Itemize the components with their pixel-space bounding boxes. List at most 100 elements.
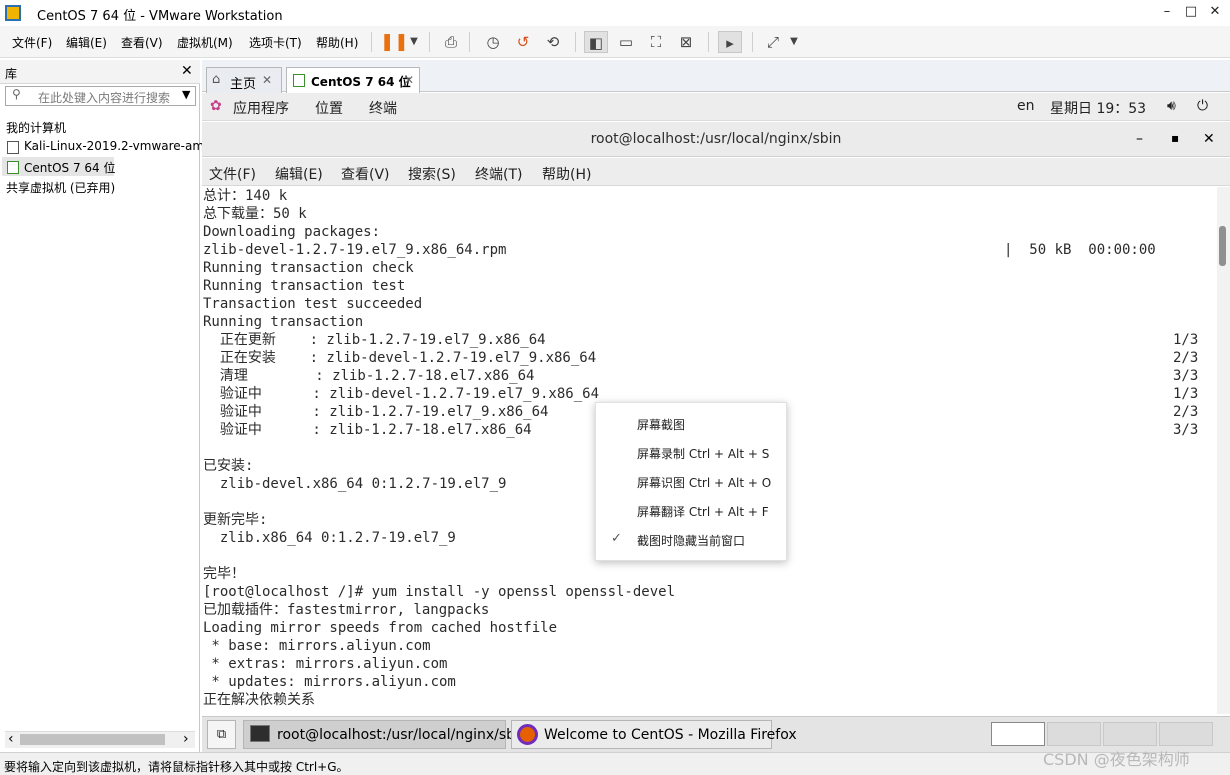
watermark: CSDN @夜色架构师 bbox=[1043, 750, 1190, 769]
revert-snapshot-icon[interactable]: ↺ bbox=[511, 31, 535, 53]
terminal-line: 验证中 : zlib-devel-1.2.7-19.el7_9.x86_64 bbox=[203, 386, 600, 402]
tree-item-my-computer[interactable]: 我的计算机 bbox=[6, 119, 66, 136]
tab-close-icon[interactable]: ✕ bbox=[262, 73, 272, 87]
gnome-places-menu[interactable]: 位置 bbox=[315, 98, 343, 118]
power-icon[interactable]: ⏻ bbox=[1197, 98, 1208, 114]
terminal-line: * updates: mirrors.aliyun.com bbox=[203, 674, 456, 690]
terminal-title: root@localhost:/usr/local/nginx/sbin bbox=[590, 131, 842, 147]
workspace-1[interactable] bbox=[991, 722, 1045, 746]
input-language[interactable]: en bbox=[1017, 98, 1035, 114]
terminal-line: 正在更新 : zlib-1.2.7-19.el7_9.x86_64 bbox=[203, 332, 546, 348]
tree-item-kali[interactable]: Kali-Linux-2019.2-vmware-am bbox=[24, 139, 204, 153]
terminal-close-button[interactable]: ✕ bbox=[1203, 131, 1215, 147]
search-dropdown-icon[interactable]: ▼ bbox=[182, 88, 190, 101]
terminal-menu-view[interactable]: 查看(V) bbox=[341, 164, 390, 184]
chevron-down-icon[interactable]: ▼ bbox=[402, 31, 426, 53]
search-placeholder: 在此处键入内容进行搜索 bbox=[38, 91, 171, 105]
vmware-logo-icon bbox=[5, 5, 21, 21]
terminal-line: 正在解决依赖关系 bbox=[203, 692, 315, 708]
toolbar-separator bbox=[752, 32, 753, 52]
terminal-line: * base: mirrors.aliyun.com bbox=[203, 638, 431, 654]
close-button[interactable]: ✕ bbox=[1206, 3, 1224, 21]
gnome-foot-icon: ✿ bbox=[210, 98, 222, 114]
thumbnail-bar-icon[interactable]: ▭ bbox=[614, 31, 638, 53]
library-title: 库 bbox=[5, 67, 18, 81]
terminal-menu-file[interactable]: 文件(F) bbox=[209, 164, 256, 184]
fullscreen-icon[interactable]: ⛶ bbox=[644, 31, 668, 53]
menu-vm[interactable]: 虚拟机(M) bbox=[177, 34, 233, 51]
library-hscroll-thumb[interactable] bbox=[20, 734, 165, 745]
library-close-button[interactable]: ✕ bbox=[181, 63, 193, 79]
volume-icon[interactable]: 🔊︎ bbox=[1167, 98, 1176, 114]
clock[interactable]: 星期日 19：53 bbox=[1050, 98, 1146, 118]
checkmark-icon: ✓ bbox=[611, 531, 622, 546]
console-view-icon[interactable]: ▸ bbox=[718, 31, 742, 53]
menu-help[interactable]: 帮助(H) bbox=[316, 34, 358, 51]
terminal-menu-search[interactable]: 搜索(S) bbox=[408, 164, 456, 184]
scroll-left-icon[interactable]: ‹ bbox=[8, 731, 14, 747]
terminal-maximize-button[interactable]: ▪ bbox=[1171, 131, 1179, 145]
menu-item-screen-ocr[interactable]: 屏幕识图 Ctrl + Alt + O bbox=[637, 474, 771, 491]
status-message: 要将输入定向到该虚拟机，请将鼠标指针移入其中或按 Ctrl+G。 bbox=[4, 760, 349, 774]
terminal-line: Running transaction bbox=[203, 314, 364, 330]
gnome-terminal-menu[interactable]: 终端 bbox=[369, 98, 397, 118]
progress-count: 2/3 bbox=[1173, 404, 1199, 420]
progress-count: 2/3 bbox=[1173, 350, 1199, 366]
menu-item-screen-translate[interactable]: 屏幕翻译 Ctrl + Alt + F bbox=[637, 503, 769, 520]
menu-item-hide-window[interactable]: 截图时隐藏当前窗口 bbox=[637, 532, 745, 549]
workspace-4[interactable] bbox=[1159, 722, 1213, 746]
terminal-vscrollbar[interactable] bbox=[1217, 187, 1230, 714]
snapshot-manager-icon[interactable]: ⟲ bbox=[541, 31, 565, 53]
workspace-2[interactable] bbox=[1047, 722, 1101, 746]
terminal-line: 已加载插件：fastestmirror, langpacks bbox=[203, 602, 490, 618]
toolbar-separator bbox=[469, 32, 470, 52]
progress-count: 1/3 bbox=[1173, 332, 1199, 348]
terminal-minimize-button[interactable]: – bbox=[1136, 131, 1143, 147]
terminal-line: Downloading packages: bbox=[203, 224, 381, 240]
pause-icon[interactable]: ❚❚ bbox=[380, 31, 409, 53]
terminal-menu-edit[interactable]: 编辑(E) bbox=[275, 164, 323, 184]
vm-running-icon bbox=[7, 161, 19, 174]
firefox-icon bbox=[517, 724, 538, 745]
terminal-app-icon bbox=[250, 725, 270, 742]
menu-item-screen-record[interactable]: 屏幕录制 Ctrl + Alt + S bbox=[637, 445, 769, 462]
gnome-applications-menu[interactable]: 应用程序 bbox=[233, 98, 289, 118]
sidebar-toggle-icon[interactable]: ◧ bbox=[584, 31, 608, 53]
toolbar-separator bbox=[429, 32, 430, 52]
terminal-line: zlib.x86_64 0:1.2.7-19.el7_9 bbox=[203, 530, 456, 546]
chevron-down-icon[interactable]: ▼ bbox=[782, 31, 806, 53]
download-stats: | 50 kB 00:00:00 bbox=[1004, 242, 1156, 258]
tree-item-centos[interactable]: CentOS 7 64 位 bbox=[24, 159, 115, 176]
terminal-line: Running transaction check bbox=[203, 260, 414, 276]
terminal-vscroll-thumb[interactable] bbox=[1219, 226, 1226, 266]
workspace-3[interactable] bbox=[1103, 722, 1157, 746]
snapshot-icon[interactable]: ◷ bbox=[481, 31, 505, 53]
terminal-line: * extras: mirrors.aliyun.com bbox=[203, 656, 448, 672]
menu-edit[interactable]: 编辑(E) bbox=[66, 34, 107, 51]
minimize-button[interactable]: – bbox=[1158, 3, 1176, 21]
terminal-line: zlib-devel.x86_64 0:1.2.7-19.el7_9 bbox=[203, 476, 507, 492]
terminal-line: 总下载量：50 k bbox=[203, 206, 307, 222]
tree-item-shared-vms[interactable]: 共享虚拟机 (已弃用) bbox=[6, 179, 115, 196]
unity-icon[interactable]: ⊠ bbox=[674, 31, 698, 53]
scroll-right-icon[interactable]: › bbox=[183, 731, 189, 747]
maximize-button[interactable]: □ bbox=[1182, 3, 1200, 21]
library-header bbox=[0, 60, 200, 84]
search-icon: ⚲ bbox=[12, 87, 21, 101]
toolbar-separator bbox=[708, 32, 709, 52]
progress-count: 3/3 bbox=[1173, 368, 1199, 384]
terminal-line: 完毕！ bbox=[203, 566, 245, 582]
menu-file[interactable]: 文件(F) bbox=[12, 34, 52, 51]
terminal-menu-help[interactable]: 帮助(H) bbox=[542, 164, 591, 184]
show-desktop-icon[interactable]: ⧉ bbox=[207, 720, 236, 749]
send-ctrl-alt-del-icon[interactable]: ⎙ bbox=[439, 31, 463, 53]
menu-tabs[interactable]: 选项卡(T) bbox=[249, 34, 302, 51]
tab-close-icon[interactable]: ✕ bbox=[404, 73, 414, 87]
terminal-line: 总计：140 k bbox=[203, 188, 288, 204]
tab-centos-label: CentOS 7 64 位 bbox=[311, 75, 411, 89]
menu-view[interactable]: 查看(V) bbox=[121, 34, 163, 51]
terminal-menu-terminal[interactable]: 终端(T) bbox=[475, 164, 522, 184]
menu-item-screenshot[interactable]: 屏幕截图 bbox=[637, 416, 685, 433]
vm-icon bbox=[7, 141, 19, 154]
progress-count: 1/3 bbox=[1173, 386, 1199, 402]
